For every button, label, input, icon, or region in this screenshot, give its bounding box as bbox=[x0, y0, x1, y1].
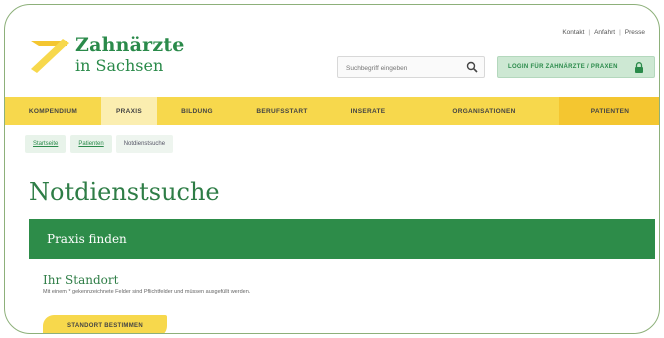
locate-button[interactable]: STANDORT BESTIMMEN bbox=[43, 315, 167, 333]
utility-link-kontakt[interactable]: Kontakt bbox=[562, 29, 584, 36]
page-title: Notdienstsuche bbox=[29, 178, 220, 206]
separator: | bbox=[619, 29, 621, 36]
nav-item-praxis[interactable]: PRAXIS bbox=[101, 97, 157, 125]
logo-mark-icon bbox=[31, 39, 69, 73]
separator: | bbox=[588, 29, 591, 36]
login-button[interactable]: LOGIN FÜR ZAHNÄRZTE / PRAXEN bbox=[497, 56, 655, 78]
search-input[interactable] bbox=[338, 58, 462, 79]
location-title: Ihr Standort bbox=[43, 273, 119, 287]
utility-link-anfahrt[interactable]: Anfahrt bbox=[594, 29, 615, 36]
required-fields-note: Mit einem * gekennzeichnete Felder sind … bbox=[43, 289, 251, 295]
nav-item-berufsstart[interactable]: BERUFSSTART bbox=[237, 97, 327, 125]
main-nav: KOMPENDIUM PRAXIS BILDUNG BERUFSSTART IN… bbox=[5, 97, 659, 125]
nav-item-organisationen[interactable]: ORGANISATIONEN bbox=[409, 97, 559, 125]
logo-subtitle[interactable]: in Sachsen bbox=[75, 56, 163, 75]
search-box bbox=[337, 56, 485, 79]
browser-frame: Zahnärzte in Sachsen Kontakt | Anfahrt | Pre… bbox=[4, 4, 660, 334]
nav-item-kompendium[interactable]: KOMPENDIUM bbox=[5, 97, 101, 125]
praxis-finden-panel: Praxis finden bbox=[29, 219, 655, 259]
utility-links: Kontakt | Anfahrt | Presse bbox=[562, 29, 645, 36]
panel-title: Praxis finden bbox=[47, 232, 127, 246]
logo-title[interactable]: Zahnärzte bbox=[75, 34, 185, 56]
nav-item-bildung[interactable]: BILDUNG bbox=[157, 97, 237, 125]
utility-link-presse[interactable]: Presse bbox=[625, 29, 645, 36]
nav-item-patienten[interactable]: PATIENTEN bbox=[559, 97, 659, 125]
lock-icon bbox=[635, 62, 643, 73]
search-icon[interactable] bbox=[466, 61, 478, 73]
breadcrumb-patienten[interactable]: Patienten bbox=[70, 135, 112, 153]
breadcrumb-current: Notdienstsuche bbox=[115, 135, 174, 153]
breadcrumb: Startseite Patienten Notdienstsuche bbox=[25, 134, 177, 154]
breadcrumb-startseite[interactable]: Startseite bbox=[25, 135, 67, 153]
login-button-label: LOGIN FÜR ZAHNÄRZTE / PRAXEN bbox=[508, 64, 618, 70]
nav-item-inserate[interactable]: INSERATE bbox=[327, 97, 409, 125]
